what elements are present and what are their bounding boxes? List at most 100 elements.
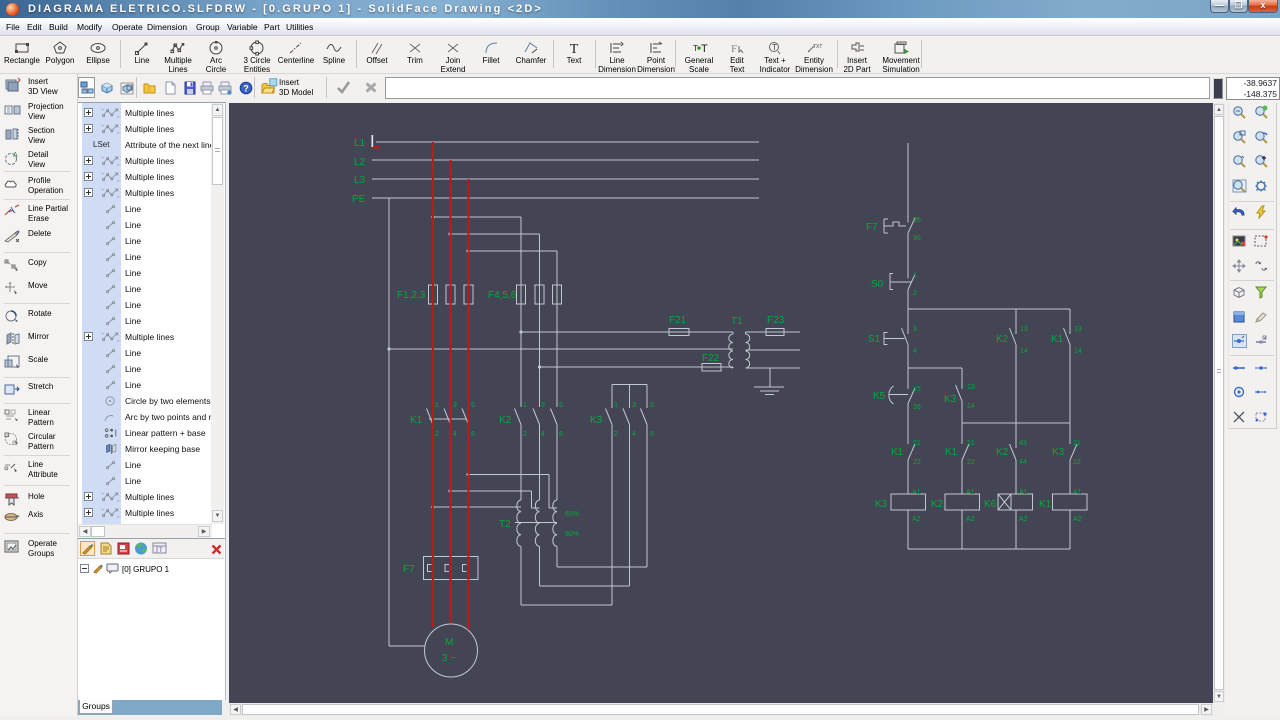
svg-text:a: a [102, 508, 104, 512]
svg-text:S1: S1 [868, 334, 881, 345]
svg-text:T: T [693, 44, 698, 53]
svg-text:L2: L2 [354, 157, 366, 168]
svg-text:5: 5 [650, 402, 654, 409]
svg-text:PE: PE [352, 194, 366, 205]
svg-text:1: 1 [435, 402, 439, 409]
svg-text:a: a [102, 492, 104, 496]
svg-text:A1: A1 [912, 489, 921, 496]
svg-text:96: 96 [913, 235, 921, 242]
svg-text:A: A [13, 152, 18, 159]
svg-text:14: 14 [1020, 348, 1028, 355]
svg-text:TXT: TXT [813, 44, 822, 50]
svg-text:M: M [445, 637, 453, 648]
svg-text:6: 6 [471, 431, 475, 438]
svg-text:A2: A2 [912, 516, 921, 523]
svg-text:a: a [102, 156, 104, 160]
svg-text:4: 4 [913, 348, 917, 355]
svg-text:a: a [102, 108, 104, 112]
svg-text:F21: F21 [669, 315, 687, 326]
svg-text:1: 1 [523, 402, 527, 409]
svg-text:F23: F23 [767, 315, 785, 326]
svg-text:6: 6 [559, 431, 563, 438]
svg-text:K1: K1 [945, 447, 958, 458]
svg-text:22: 22 [1073, 459, 1081, 466]
svg-text:T1: T1 [731, 316, 743, 327]
svg-text:K3: K3 [944, 394, 957, 405]
svg-text:b: b [118, 195, 120, 199]
svg-text:b: b [118, 515, 120, 519]
svg-text:T: T [159, 548, 163, 554]
svg-text:K2: K2 [499, 415, 512, 426]
svg-text:L3: L3 [354, 175, 366, 186]
svg-text:F7: F7 [866, 222, 878, 233]
svg-text:T2: T2 [499, 519, 511, 530]
svg-text:13: 13 [967, 384, 975, 391]
svg-text:T: T [570, 42, 579, 56]
svg-text:A2: A2 [966, 516, 975, 523]
svg-text:K6: K6 [984, 499, 997, 510]
svg-text:22: 22 [913, 459, 921, 466]
svg-text:22: 22 [967, 459, 975, 466]
svg-text:43: 43 [1019, 440, 1027, 447]
svg-text:4: 4 [453, 431, 457, 438]
svg-text:K1: K1 [1051, 334, 1064, 345]
svg-text:44: 44 [1019, 459, 1027, 466]
svg-text:1: 1 [614, 402, 618, 409]
svg-text:K5: K5 [873, 391, 886, 402]
svg-text:S0: S0 [871, 279, 884, 290]
svg-text:13: 13 [1020, 326, 1028, 333]
svg-text:?: ? [243, 84, 249, 94]
svg-text:K3: K3 [875, 499, 888, 510]
svg-text:4: 4 [632, 431, 636, 438]
svg-text:5: 5 [471, 402, 475, 409]
svg-text:A1: A1 [1073, 489, 1082, 496]
svg-text:A1: A1 [966, 489, 975, 496]
svg-text:13: 13 [1074, 326, 1082, 333]
svg-text:K2: K2 [931, 499, 944, 510]
svg-text:b: b [118, 115, 120, 119]
svg-text:2: 2 [435, 431, 439, 438]
svg-text:F22: F22 [702, 353, 720, 364]
svg-text:14: 14 [1074, 348, 1082, 355]
svg-text:b: b [118, 163, 120, 167]
svg-text:F4,5,6: F4,5,6 [488, 290, 517, 301]
svg-text:95: 95 [913, 217, 921, 224]
svg-text:a: a [102, 188, 104, 192]
svg-text:K2: K2 [996, 447, 1009, 458]
svg-text:2: 2 [913, 290, 917, 297]
svg-text:F7: F7 [403, 564, 415, 575]
svg-text:15: 15 [913, 386, 921, 393]
svg-text:a: a [102, 172, 104, 176]
svg-text:A2: A2 [1073, 516, 1082, 523]
svg-text:1: 1 [913, 272, 917, 279]
svg-text:K2: K2 [996, 334, 1009, 345]
svg-text:6: 6 [650, 431, 654, 438]
svg-text:L1: L1 [354, 138, 366, 149]
svg-text:b: b [118, 499, 120, 503]
svg-text:2: 2 [614, 431, 618, 438]
svg-text:T: T [701, 43, 708, 55]
svg-text:K3: K3 [590, 415, 603, 426]
svg-text:3: 3 [632, 402, 636, 409]
svg-text:b: b [118, 339, 120, 343]
svg-text:a: a [102, 332, 104, 336]
svg-text:b: b [118, 131, 120, 135]
svg-text:A1: A1 [1019, 489, 1028, 496]
svg-text:b: b [118, 179, 120, 183]
svg-text:K1: K1 [1039, 499, 1052, 510]
svg-text:a: a [102, 124, 104, 128]
svg-text:F1,2,3: F1,2,3 [397, 290, 426, 301]
svg-text:5: 5 [559, 402, 563, 409]
svg-text:21: 21 [913, 440, 921, 447]
svg-text:K1: K1 [891, 447, 904, 458]
svg-text:3 ~: 3 ~ [442, 653, 456, 664]
svg-text:T: T [772, 43, 777, 52]
svg-text:A2: A2 [1019, 516, 1028, 523]
svg-text:65%: 65% [565, 511, 579, 518]
svg-text:80%: 80% [565, 531, 579, 538]
svg-text:4: 4 [541, 431, 545, 438]
svg-text:3: 3 [913, 326, 917, 333]
svg-text:16: 16 [913, 404, 921, 411]
svg-text:K3: K3 [1052, 447, 1065, 458]
svg-text:21: 21 [967, 440, 975, 447]
